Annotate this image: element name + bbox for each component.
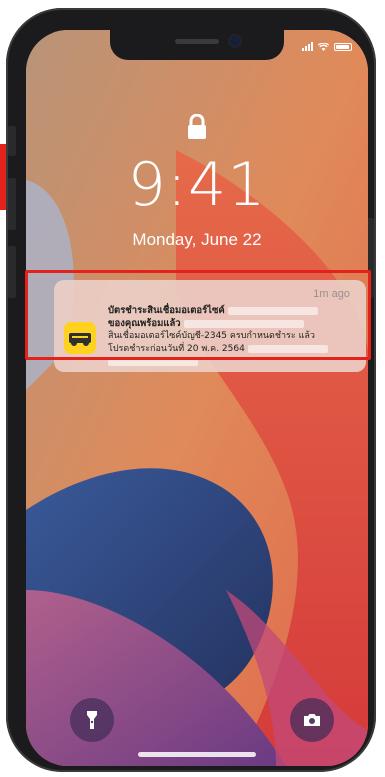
notification-message-line1: สินเชื่อมอเตอร์ไซค์บัญชี-2345 ครบกำหนดชำ… [108,331,315,341]
notification-redacted-line [108,356,358,369]
volume-down-button [8,246,16,298]
lock-screen-date: Monday, June 22 [132,230,262,249]
notification-time: 1m ago [313,288,350,300]
flashlight-button[interactable] [70,698,114,742]
volume-up-button [8,178,16,230]
lock-icon [188,114,206,139]
camera-button[interactable] [290,698,334,742]
notification-message-line2: โปรดชำระก่อนวันที่ 20 พ.ค. 2564 [108,343,358,356]
wallpaper [26,30,368,766]
flashlight-icon [87,711,97,729]
home-indicator[interactable] [138,752,256,757]
status-bar [302,42,352,51]
signal-icon [302,42,313,51]
wifi-icon [318,42,329,51]
phone-frame: 9:41 Monday, June 22 1m ago บัตรชำระสินเ… [6,8,376,772]
speaker-grille [175,39,219,44]
battery-icon [334,42,352,51]
notification-title: บัตรชำระสินเชื่อมอเตอร์ไซค์ [108,304,358,317]
action-button [8,126,16,156]
notification-subtitle: ของคุณพร้อมแล้ว [108,317,358,330]
notification-card[interactable]: 1m ago บัตรชำระสินเชื่อมอเตอร์ไซค์ ของคุ… [54,280,366,372]
notification-body: บัตรชำระสินเชื่อมอเตอร์ไซค์ ของคุณพร้อมแ… [108,304,358,369]
phone-mockup: 1 [0,0,385,777]
front-camera [230,36,240,46]
motorcycle-loan-app-icon [64,322,96,354]
notch [110,30,284,60]
lock-screen: 9:41 Monday, June 22 1m ago บัตรชำระสินเ… [26,30,368,766]
camera-icon [304,714,320,726]
lock-screen-time: 9:41 [127,150,267,220]
